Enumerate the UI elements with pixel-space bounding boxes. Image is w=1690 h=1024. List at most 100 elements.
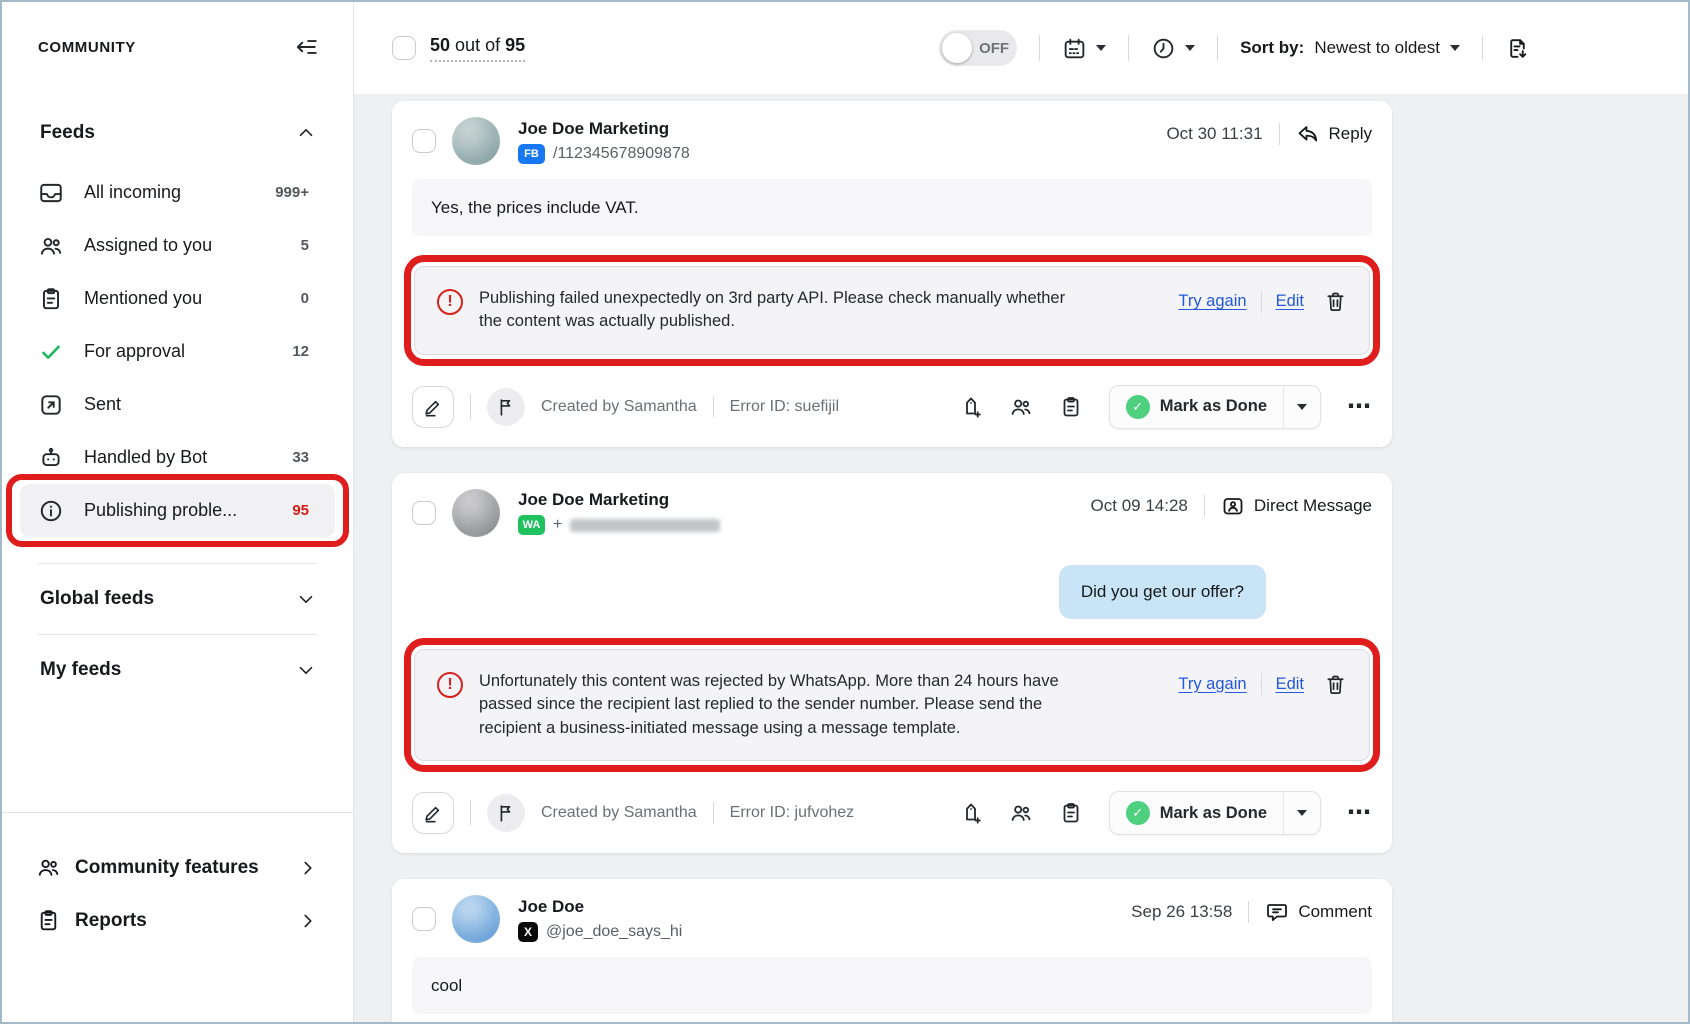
sidebar-footer: Community features Reports [2, 812, 353, 1022]
error-id: Error ID: suefijil [730, 398, 839, 416]
mark-as-done-label: Mark as Done [1160, 397, 1267, 416]
sidebar-item-sent[interactable]: Sent [20, 378, 335, 431]
check-icon [38, 339, 64, 365]
total-count: 95 [505, 35, 525, 55]
error-icon: ! [437, 289, 463, 315]
timestamp: Oct 09 14:28 [1091, 496, 1188, 516]
sidebar-item-count: 5 [301, 237, 309, 254]
notes-icon[interactable] [1059, 395, 1083, 419]
date-filter-button[interactable] [1062, 36, 1106, 61]
time-filter-button[interactable] [1151, 36, 1195, 61]
flag-icon [495, 396, 517, 418]
sidebar-item-publishing-problems[interactable]: Publishing proble... 95 [20, 484, 335, 537]
mark-as-done-dropdown[interactable] [1283, 386, 1320, 428]
community-features-link[interactable]: Community features [36, 841, 319, 894]
caret-down-icon [1096, 45, 1106, 51]
add-tag-icon[interactable] [959, 395, 983, 419]
comment-action[interactable]: Comment [1265, 900, 1372, 924]
export-icon[interactable] [1505, 36, 1530, 61]
assign-user-icon[interactable] [1009, 801, 1033, 825]
app-window: COMMUNITY Feeds All incoming 999+ Assign… [0, 0, 1690, 1024]
selection-summary[interactable]: 50 out of 95 [430, 35, 525, 62]
my-feeds-header[interactable]: My feeds [2, 659, 353, 681]
divider [1279, 123, 1280, 145]
feeds-list: All incoming 999+ Assigned to you 5 Ment… [2, 166, 353, 537]
error-text: Publishing failed unexpectedly on 3rd pa… [479, 287, 1079, 334]
chevron-down-icon [295, 659, 317, 681]
timestamp: Sep 26 13:58 [1131, 902, 1232, 922]
internal-note-button[interactable] [412, 792, 454, 834]
feeds-section-header[interactable]: Feeds [2, 122, 353, 144]
global-feeds-title: Global feeds [40, 588, 154, 610]
people-icon [38, 233, 64, 259]
divider [1261, 673, 1262, 695]
try-again-link[interactable]: Try again [1178, 675, 1246, 694]
author-name: Joe Doe Marketing [518, 490, 720, 510]
bot-icon [38, 445, 64, 471]
direct-message-action[interactable]: Direct Message [1221, 494, 1372, 518]
chevron-down-icon [295, 588, 317, 610]
divider [470, 800, 471, 826]
divider [1261, 291, 1262, 313]
edit-link[interactable]: Edit [1276, 292, 1304, 311]
sidebar-item-for-approval[interactable]: For approval 12 [20, 325, 335, 378]
flag-icon [495, 802, 517, 824]
edit-link[interactable]: Edit [1276, 675, 1304, 694]
select-all-checkbox[interactable] [392, 36, 416, 60]
bulk-mode-toggle[interactable]: OFF [939, 30, 1017, 66]
mark-as-done-button[interactable]: ✓ Mark as Done [1109, 385, 1321, 429]
delete-icon[interactable] [1324, 673, 1347, 696]
sidebar-item-all-incoming[interactable]: All incoming 999+ [20, 166, 335, 219]
calendar-icon [1062, 36, 1087, 61]
try-again-link[interactable]: Try again [1178, 292, 1246, 311]
clipboard-icon [38, 286, 64, 312]
author-handle: @joe_doe_says_hi [546, 923, 682, 941]
sidebar-item-assigned-to-you[interactable]: Assigned to you 5 [20, 219, 335, 272]
assign-user-icon[interactable] [1009, 395, 1033, 419]
action-label: Comment [1298, 902, 1372, 922]
collapse-sidebar-icon[interactable] [293, 34, 319, 60]
sidebar-item-count: 33 [292, 449, 309, 466]
reports-label: Reports [75, 910, 147, 932]
sort-dropdown[interactable]: Sort by: Newest to oldest [1240, 38, 1460, 58]
more-options-button[interactable]: ⋯ [1347, 395, 1372, 419]
created-by: Created by Samantha [541, 804, 697, 822]
toggle-label: OFF [979, 40, 1009, 57]
message-band: cool [412, 957, 1372, 1014]
reports-link[interactable]: Reports [36, 894, 319, 947]
reply-icon [1296, 122, 1320, 146]
sidebar-item-handled-by-bot[interactable]: Handled by Bot 33 [20, 431, 335, 484]
pencil-icon [422, 396, 444, 418]
card-checkbox[interactable] [412, 129, 436, 153]
action-label: Reply [1329, 124, 1372, 144]
internal-note-button[interactable] [412, 386, 454, 428]
flag-button[interactable] [487, 388, 525, 426]
divider [1217, 35, 1218, 61]
global-feeds-header[interactable]: Global feeds [2, 588, 353, 610]
sort-by-label: Sort by: [1240, 38, 1304, 58]
notes-icon[interactable] [1059, 801, 1083, 825]
add-tag-icon[interactable] [959, 801, 983, 825]
x-badge-icon: X [518, 922, 538, 942]
reply-action[interactable]: Reply [1296, 122, 1372, 146]
mark-as-done-dropdown[interactable] [1283, 792, 1320, 834]
sidebar-item-label: Publishing proble... [84, 500, 237, 521]
chevron-right-icon [297, 910, 319, 932]
mark-as-done-button[interactable]: ✓ Mark as Done [1109, 791, 1321, 835]
error-icon: ! [437, 672, 463, 698]
sidebar-item-mentioned-you[interactable]: Mentioned you 0 [20, 272, 335, 325]
pencil-icon [422, 802, 444, 824]
sidebar-item-count: 95 [292, 502, 309, 519]
divider [470, 394, 471, 420]
divider [1482, 35, 1483, 61]
more-options-button[interactable]: ⋯ [1347, 801, 1372, 825]
sidebar-item-label: Assigned to you [84, 235, 212, 256]
send-icon [38, 392, 64, 418]
feed-card-whatsapp: Joe Doe Marketing WA + Oct 09 14:28 Dire… [392, 473, 1392, 853]
delete-icon[interactable] [1324, 290, 1347, 313]
flag-button[interactable] [487, 794, 525, 832]
toggle-knob [942, 33, 972, 63]
reports-icon [36, 908, 61, 933]
card-checkbox[interactable] [412, 501, 436, 525]
card-checkbox[interactable] [412, 907, 436, 931]
